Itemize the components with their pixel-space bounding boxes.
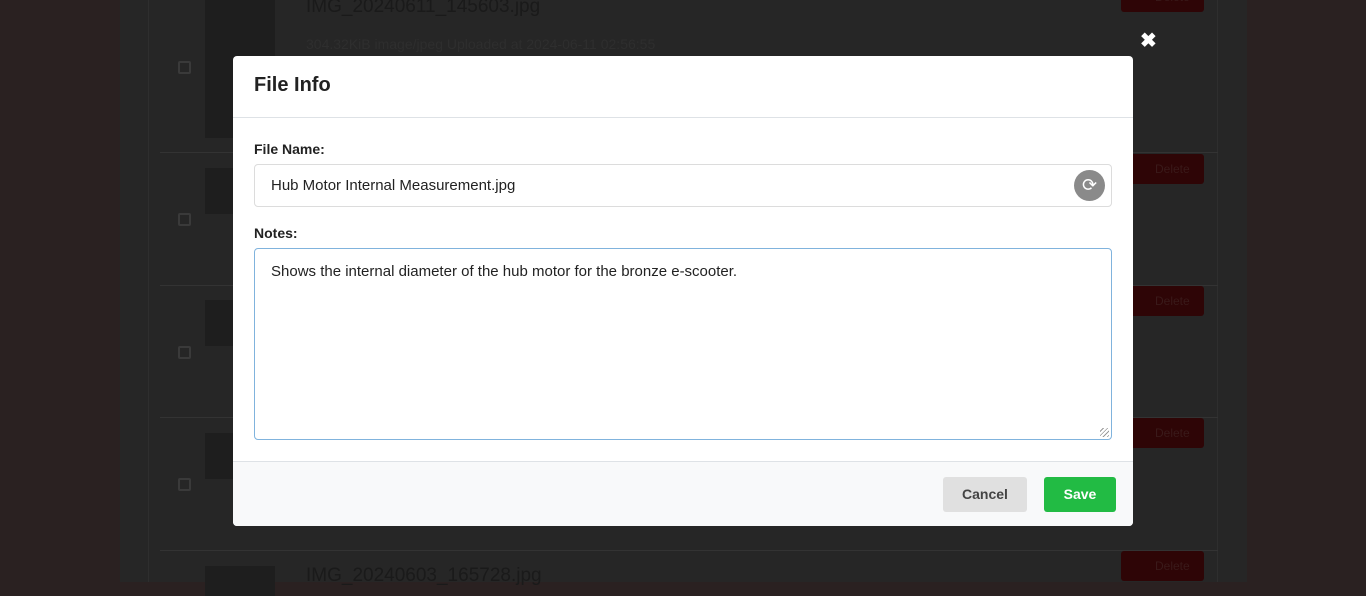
file-meta: 304.32KiB image/jpeg Uploaded at 2024-06… — [306, 36, 656, 52]
row-checkbox[interactable] — [178, 213, 191, 226]
notes-label: Notes: — [254, 225, 298, 241]
delete-button[interactable]: Delete — [1121, 418, 1204, 448]
delete-button[interactable]: Delete — [1121, 0, 1204, 12]
thumbnail — [205, 566, 275, 596]
file-row: IMG_20240603_165728.jpg Delete — [160, 551, 1218, 596]
save-button[interactable]: Save — [1044, 477, 1116, 512]
delete-button[interactable]: Delete — [1121, 154, 1204, 184]
notes-textarea[interactable]: Shows the internal diameter of the hub m… — [254, 248, 1112, 440]
file-name: IMG_20240611_145603.jpg — [306, 0, 541, 17]
file-name-input[interactable]: Hub Motor Internal Measurement.jpg ⟳ — [254, 164, 1112, 207]
modal-footer: Cancel Save — [233, 461, 1133, 526]
row-checkbox[interactable] — [178, 478, 191, 491]
delete-button[interactable]: Delete — [1121, 551, 1204, 581]
notes-value: Shows the internal diameter of the hub m… — [271, 263, 738, 280]
cancel-button[interactable]: Cancel — [943, 477, 1027, 512]
file-info-modal: File Info File Name: Hub Motor Internal … — [233, 56, 1133, 526]
file-name: IMG_20240603_165728.jpg — [306, 565, 542, 586]
row-checkbox[interactable] — [178, 61, 191, 74]
file-name-value: Hub Motor Internal Measurement.jpg — [271, 177, 516, 194]
file-name-label: File Name: — [254, 141, 325, 157]
delete-button[interactable]: Delete — [1121, 286, 1204, 316]
resize-handle-icon[interactable] — [1100, 428, 1109, 437]
modal-title: File Info — [233, 56, 1133, 118]
row-checkbox[interactable] — [178, 346, 191, 359]
close-icon[interactable]: ✖ — [1140, 28, 1157, 53]
refresh-icon[interactable]: ⟳ — [1074, 170, 1105, 201]
